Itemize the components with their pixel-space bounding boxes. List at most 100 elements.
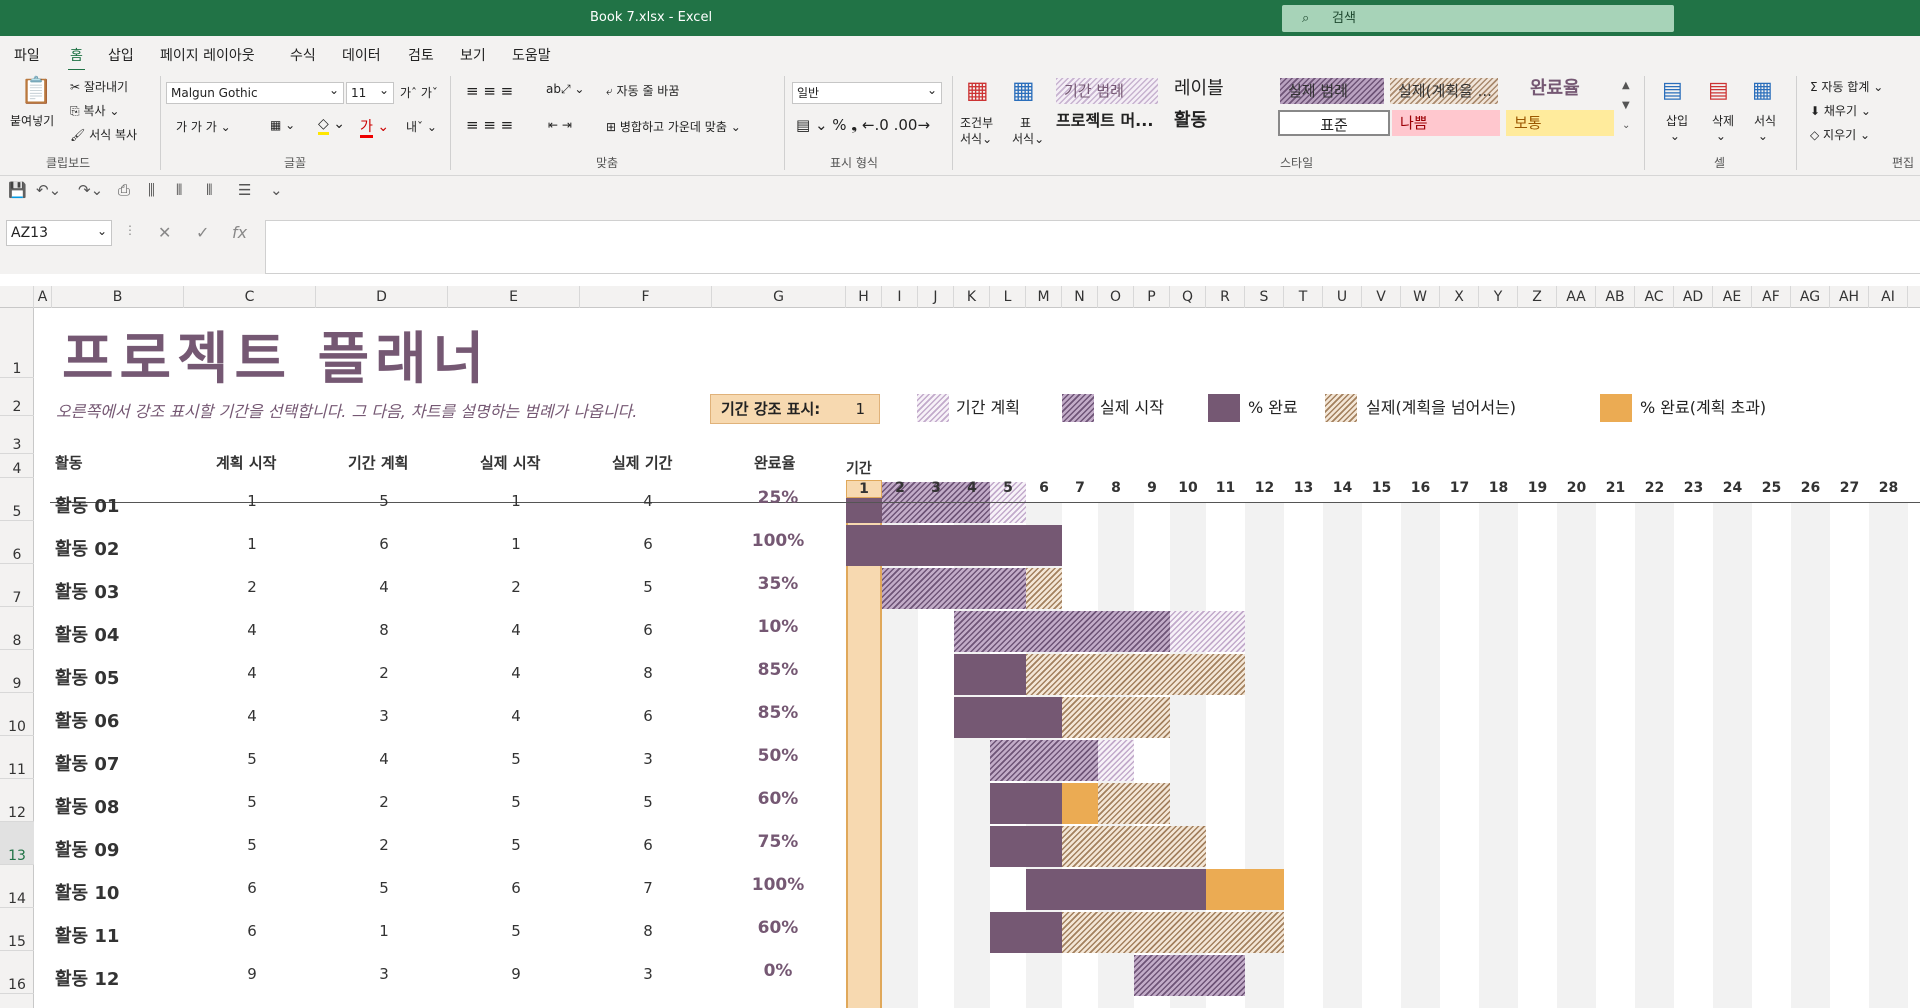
plan-start-cell[interactable]: 4: [212, 707, 292, 725]
style-label[interactable]: 레이블: [1166, 76, 1266, 102]
select-all-corner[interactable]: [0, 286, 34, 308]
row-header[interactable]: 15: [0, 908, 34, 951]
plan-duration-cell[interactable]: 4: [344, 750, 424, 768]
horizontal-align-icons[interactable]: ≡ ≡ ≡: [466, 116, 513, 134]
period-highlight-value[interactable]: 1: [855, 395, 865, 423]
actual-duration-cell[interactable]: 6: [608, 836, 688, 854]
name-box[interactable]: AZ13 ⌄: [6, 220, 112, 246]
actual-start-cell[interactable]: 4: [476, 621, 556, 639]
column-header[interactable]: AI: [1869, 286, 1908, 308]
plan-start-cell[interactable]: 4: [212, 621, 292, 639]
save-icon[interactable]: 💾: [8, 181, 27, 199]
row-header[interactable]: 13: [0, 822, 34, 865]
fill-color-icon[interactable]: ◇ ⌄: [318, 116, 345, 135]
clear-button[interactable]: ◇ 지우기 ⌄: [1810, 126, 1870, 143]
plan-start-cell[interactable]: 2: [212, 578, 292, 596]
row-header[interactable]: 3: [0, 416, 34, 454]
number-format-select[interactable]: 일반: [792, 80, 942, 104]
conditional-format-button[interactable]: 조건부: [960, 114, 993, 131]
insert-cells-button[interactable]: 삽입 ⌄: [1666, 112, 1688, 143]
percent-complete-cell[interactable]: 85%: [738, 660, 818, 680]
percent-complete-cell[interactable]: 0%: [738, 961, 818, 981]
row-header[interactable]: 7: [0, 564, 34, 607]
actual-start-cell[interactable]: 5: [476, 793, 556, 811]
column-header[interactable]: P: [1134, 286, 1170, 308]
camera-icon[interactable]: ⎙: [118, 181, 130, 199]
conditional-format-button-line2[interactable]: 서식⌄: [960, 130, 992, 147]
paste-button[interactable]: 붙여넣기: [10, 112, 54, 129]
style-gallery-scroll[interactable]: ▲ ▼ ⌄: [1622, 76, 1630, 136]
activity-name[interactable]: 활동 02: [55, 535, 119, 561]
percent-complete-cell[interactable]: 60%: [738, 789, 818, 809]
column-header[interactable]: AC: [1635, 286, 1674, 308]
orientation-icon[interactable]: ab⤢ ⌄: [546, 82, 584, 97]
column-header[interactable]: T: [1284, 286, 1323, 308]
period-column[interactable]: [1752, 502, 1791, 1008]
style-activity[interactable]: 활동: [1166, 108, 1266, 134]
plan-duration-cell[interactable]: 5: [344, 879, 424, 897]
row-header[interactable]: 5: [0, 478, 34, 521]
column-header[interactable]: C: [184, 286, 316, 308]
sheet-subtitle[interactable]: 오른쪽에서 강조 표시할 기간을 선택합니다. 그 다음, 차트를 설명하는 범…: [56, 398, 637, 422]
font-color-icon[interactable]: 가 ⌄: [360, 116, 389, 138]
percent-complete-cell[interactable]: 50%: [738, 746, 818, 766]
column-header[interactable]: G: [712, 286, 846, 308]
align-icon[interactable]: ⫼: [148, 181, 155, 199]
period-column[interactable]: [846, 502, 882, 1008]
distribute-icon[interactable]: ⫴: [176, 181, 182, 199]
plan-start-cell[interactable]: 5: [212, 793, 292, 811]
format-as-table-icon[interactable]: ▦: [1012, 76, 1035, 104]
tab-view[interactable]: 보기: [460, 45, 486, 65]
period-column[interactable]: [1440, 502, 1479, 1008]
column-header[interactable]: J: [918, 286, 954, 308]
tab-file[interactable]: 파일: [14, 45, 40, 65]
actual-start-cell[interactable]: 5: [476, 922, 556, 940]
column-header[interactable]: L: [990, 286, 1026, 308]
actual-duration-cell[interactable]: 5: [608, 578, 688, 596]
border-icon[interactable]: ▦ ⌄: [270, 118, 295, 132]
font-size-select[interactable]: 11: [346, 80, 394, 104]
style-period-legend[interactable]: 기간 범례: [1056, 78, 1158, 104]
period-highlight-cell[interactable]: 기간 강조 표시: 1: [710, 394, 880, 424]
activity-name[interactable]: 활동 11: [55, 922, 119, 948]
actual-duration-cell[interactable]: 3: [608, 965, 688, 983]
activity-name[interactable]: 활동 04: [55, 621, 119, 647]
column-header[interactable]: S: [1245, 286, 1284, 308]
row-header[interactable]: 10: [0, 693, 34, 736]
plan-duration-cell[interactable]: 3: [344, 965, 424, 983]
column-header[interactable]: B: [52, 286, 184, 308]
column-header[interactable]: X: [1440, 286, 1479, 308]
actual-duration-cell[interactable]: 5: [608, 793, 688, 811]
column-header[interactable]: D: [316, 286, 448, 308]
column-header[interactable]: AA: [1557, 286, 1596, 308]
stack-icon[interactable]: ☰: [238, 181, 251, 199]
actual-duration-cell[interactable]: 7: [608, 879, 688, 897]
actual-start-cell[interactable]: 4: [476, 664, 556, 682]
wrap-text-button[interactable]: ⤶ 자동 줄 바꿈: [606, 82, 679, 99]
merge-center-button[interactable]: ⊞ 병합하고 가운데 맞춤 ⌄: [606, 118, 741, 135]
indent-icons[interactable]: ⇤ ⇥: [548, 118, 572, 132]
bold-italic-underline-icons[interactable]: 가 가 가 ⌄: [176, 118, 231, 135]
actual-start-cell[interactable]: 1: [476, 492, 556, 510]
column-header[interactable]: F: [580, 286, 712, 308]
fill-button[interactable]: ⬇ 채우기 ⌄: [1810, 102, 1871, 119]
column-header[interactable]: E: [448, 286, 580, 308]
row-header[interactable]: 1: [0, 308, 34, 378]
style-neutral[interactable]: 보통: [1506, 110, 1614, 136]
column-header[interactable]: N: [1062, 286, 1098, 308]
row-header[interactable]: 11: [0, 736, 34, 779]
column-header[interactable]: U: [1323, 286, 1362, 308]
redo-icon[interactable]: ↷⌄: [78, 181, 103, 199]
period-column[interactable]: [1674, 502, 1713, 1008]
format-cells-icon[interactable]: ▦: [1752, 78, 1773, 103]
search-box[interactable]: ⌕ 검색: [1282, 5, 1674, 32]
column-header[interactable]: AB: [1596, 286, 1635, 308]
row-header[interactable]: 6: [0, 521, 34, 564]
tab-page-layout[interactable]: 페이지 레이아웃: [160, 45, 255, 65]
undo-icon[interactable]: ↶⌄: [36, 181, 61, 199]
plan-duration-cell[interactable]: 6: [344, 535, 424, 553]
percent-complete-cell[interactable]: 75%: [738, 832, 818, 852]
format-painter-button[interactable]: 🖌 서식 복사: [70, 126, 137, 143]
activity-name[interactable]: 활동 08: [55, 793, 119, 819]
cancel-icon[interactable]: ✕: [158, 223, 171, 242]
